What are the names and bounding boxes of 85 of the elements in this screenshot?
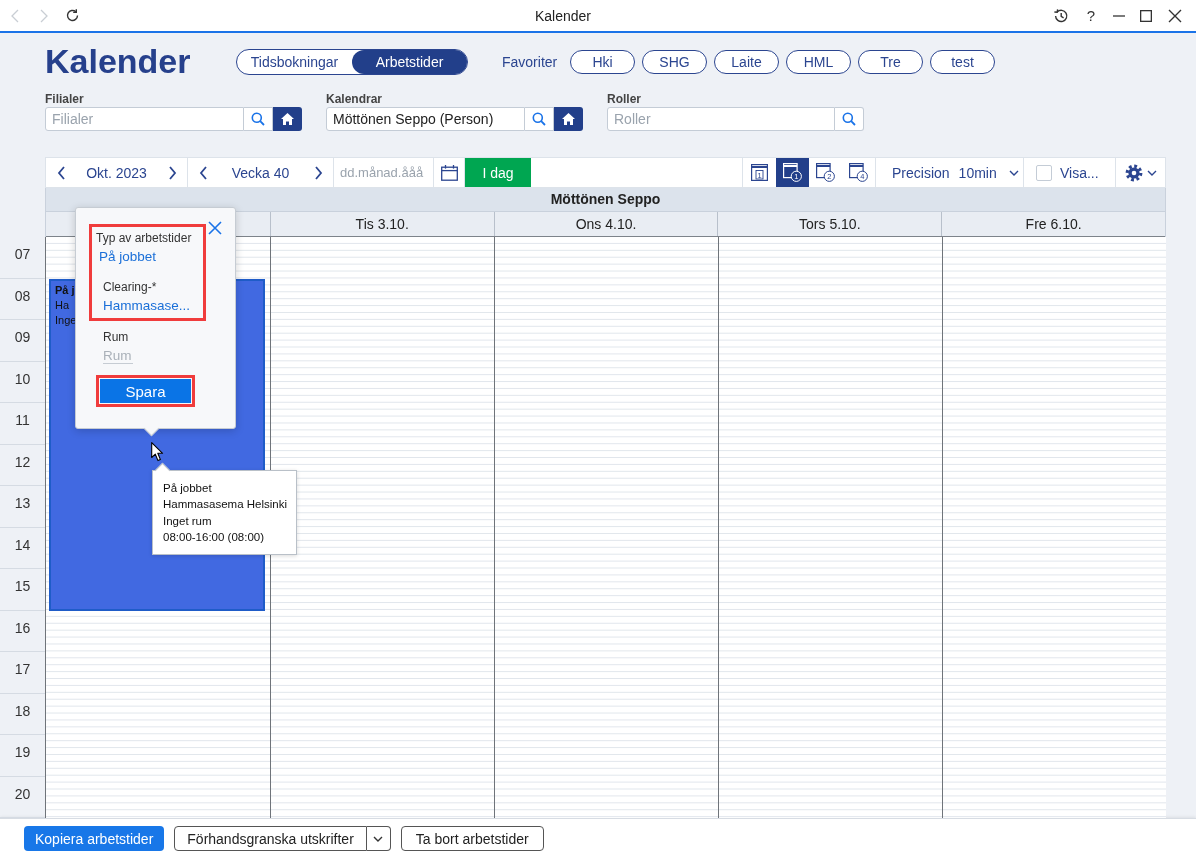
checkbox-label[interactable]: Visa... xyxy=(1060,164,1099,181)
search-icon xyxy=(842,112,856,126)
chevron-down-icon xyxy=(1008,169,1019,176)
field-label: Roller xyxy=(607,92,641,107)
toggle-tab[interactable]: Tidsbokningar xyxy=(237,49,352,74)
cursor-icon xyxy=(151,442,164,462)
search-icon xyxy=(532,112,546,126)
day-header: Fre 6.10. xyxy=(1025,215,1082,234)
hour-label: 16 xyxy=(14,619,31,636)
refresh-icon[interactable] xyxy=(66,9,79,22)
hour-label: 12 xyxy=(14,453,31,470)
chevron-down-icon xyxy=(1146,169,1157,176)
event-text: Ha xyxy=(55,298,70,313)
window-title: Kalender xyxy=(534,7,591,24)
toggle-tab[interactable]: Arbetstider xyxy=(352,49,467,74)
chevron-right-icon xyxy=(313,164,323,181)
home-button[interactable] xyxy=(273,107,302,131)
save-button[interactable]: Spara xyxy=(100,379,191,403)
calendar-owner: Möttönen Seppo xyxy=(550,190,661,209)
favorite-button[interactable]: Tre xyxy=(858,49,923,74)
hour-label: 07 xyxy=(14,246,31,262)
hour-label: 10 xyxy=(14,370,31,387)
favorite-button[interactable]: Laite xyxy=(714,49,779,74)
hour-label: 17 xyxy=(14,661,31,677)
chevron-down-icon xyxy=(373,835,384,842)
select-link[interactable]: På jobbet xyxy=(96,248,157,266)
event-text: Inge xyxy=(55,313,77,328)
close-button[interactable] xyxy=(208,221,222,235)
minimize-icon[interactable] xyxy=(1113,14,1125,17)
hour-label: 13 xyxy=(14,495,31,511)
tooltip-text: 08:00-16:00 (08:00) xyxy=(163,529,265,545)
hour-label: 20 xyxy=(14,785,31,802)
select-link[interactable]: Hammasase... xyxy=(103,297,191,315)
checkbox[interactable] xyxy=(1036,164,1052,181)
field-label: Kalendrar xyxy=(326,92,383,107)
hour-label: 08 xyxy=(14,287,31,304)
hour-label: 14 xyxy=(14,536,31,553)
favorite-button[interactable]: Hki xyxy=(570,49,635,74)
hour-label: 18 xyxy=(14,702,31,719)
hour-label: 19 xyxy=(14,744,31,760)
day-header: Tors 5.10. xyxy=(799,215,861,234)
favorite-button[interactable]: test xyxy=(930,49,995,74)
history-icon[interactable] xyxy=(1053,7,1069,24)
calendar-icon xyxy=(440,164,458,181)
chevron-right-icon xyxy=(167,164,177,181)
favorites-label: Favoriter xyxy=(502,53,559,70)
hour-label: 15 xyxy=(14,578,31,594)
tooltip-text: På jobbet xyxy=(163,481,212,496)
delete-button[interactable]: Ta bort arbetstider xyxy=(400,826,544,851)
home-icon xyxy=(562,113,575,125)
print-preview-button[interactable]: Förhandsgranska utskrifter xyxy=(174,826,367,851)
maximize-icon[interactable] xyxy=(1140,9,1152,22)
close-icon[interactable] xyxy=(1168,8,1182,23)
month-label: Okt. 2023 xyxy=(86,164,147,181)
hour-label: 11 xyxy=(15,412,30,428)
close-icon xyxy=(208,221,222,235)
day-header: Tis 3.10. xyxy=(355,215,409,234)
field-label: Clearing-* xyxy=(103,280,157,295)
search-button[interactable] xyxy=(244,107,273,131)
dropdown-button[interactable] xyxy=(366,826,391,851)
chevron-left-icon xyxy=(56,164,66,181)
field-label: Rum xyxy=(103,330,129,345)
day-header: Ons 4.10. xyxy=(575,215,637,234)
filter-field[interactable]: Filialer xyxy=(45,107,244,131)
search-button[interactable] xyxy=(525,107,554,131)
favorite-button[interactable]: HML xyxy=(786,49,851,74)
search-icon xyxy=(251,112,265,126)
chevron-left-icon xyxy=(198,164,208,181)
week-label: Vecka 40 xyxy=(231,164,290,181)
event-text: På j xyxy=(55,283,75,298)
hour-label: 09 xyxy=(14,329,31,345)
help-button[interactable]: ? xyxy=(1086,7,1096,24)
field-label: Typ av arbetstider xyxy=(96,231,192,246)
field-label: Filialer xyxy=(45,92,84,107)
room-field[interactable]: Rum xyxy=(103,348,133,364)
page-title: Kalender xyxy=(45,41,192,82)
home-icon xyxy=(281,113,294,125)
search-button[interactable] xyxy=(835,107,864,131)
favorite-button[interactable]: SHG xyxy=(642,49,707,74)
settings-icon xyxy=(1124,163,1143,182)
tooltip-text: Inget rum xyxy=(163,513,212,529)
filter-field[interactable]: Roller xyxy=(607,107,835,131)
filter-field[interactable]: Möttönen Seppo (Person) xyxy=(326,107,525,131)
home-button[interactable] xyxy=(554,107,583,131)
copy-button[interactable]: Kopiera arbetstider xyxy=(24,826,165,851)
